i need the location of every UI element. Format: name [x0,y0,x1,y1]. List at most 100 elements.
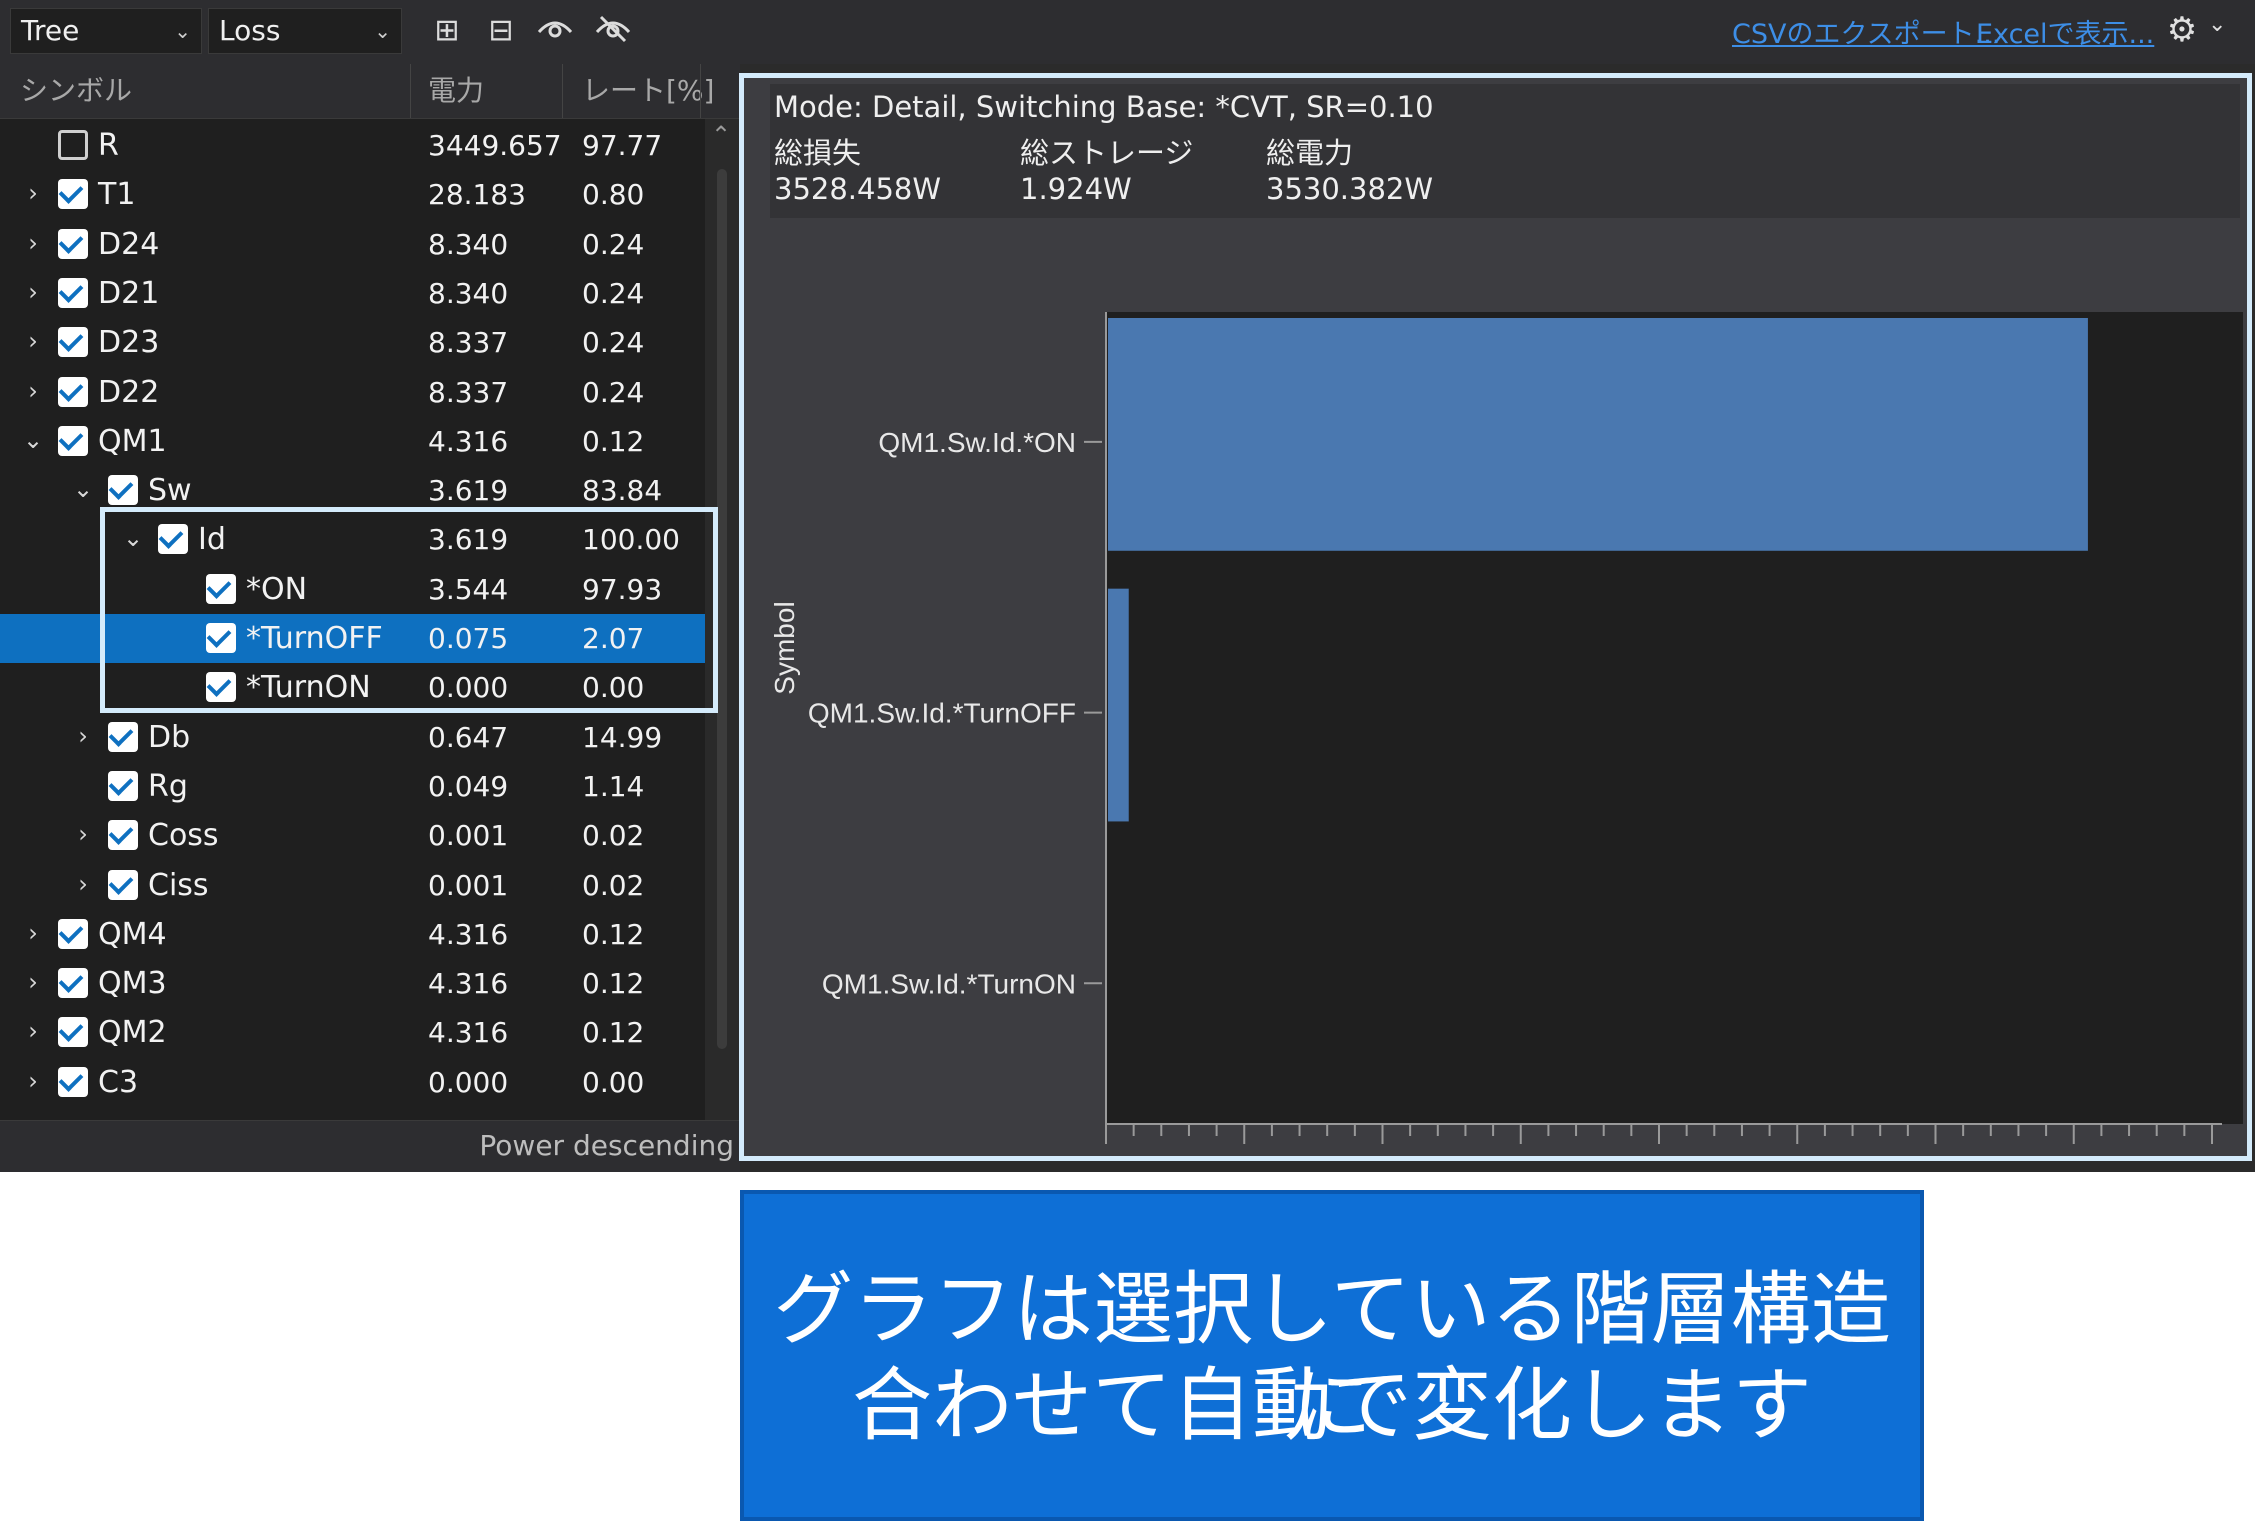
toolbar: Tree ⌄ Loss ⌄ ⊞ ⊟ CSVのエクスポート... Excelで表示… [0,0,2255,64]
chevron-right-icon[interactable]: › [18,1016,48,1046]
column-header-rate[interactable]: レート[%] [582,64,714,118]
row-power: 8.337 [428,326,509,360]
callout-box: グラフは選択している階層構造に 合わせて自動で変化します [740,1190,1924,1521]
tree-row[interactable]: › D22 8.337 0.24 [0,368,705,417]
row-rate: 0.12 [582,917,645,951]
row-power: 3449.657 [428,129,562,162]
row-symbol: R [98,128,119,163]
chevron-right-icon[interactable]: › [18,967,48,997]
chevron-down-icon: ⌄ [374,19,391,43]
row-checkbox[interactable] [58,130,88,160]
row-checkbox[interactable] [58,918,88,949]
tree-highlight-box [100,507,718,713]
app-window: Tree ⌄ Loss ⌄ ⊞ ⊟ CSVのエクスポート... Excelで表示… [0,0,2255,1172]
row-power: 28.183 [428,178,526,212]
row-symbol: QM1 [98,423,167,459]
chevron-right-icon[interactable]: › [18,918,48,948]
row-power: 0.001 [428,819,509,853]
tree-row[interactable]: › C3 0.000 0.00 [0,1058,705,1107]
tree-row[interactable]: ⌄ QM1 4.316 0.12 [0,417,705,466]
chevron-right-icon[interactable]: › [18,277,48,307]
row-symbol: D21 [98,275,160,311]
eye-off-icon[interactable] [592,10,634,52]
tree-row[interactable]: › QM2 4.316 0.12 [0,1008,705,1057]
row-power: 0.647 [428,720,509,754]
tree-row[interactable]: › D23 8.337 0.24 [0,318,705,367]
analysis-type-value: Loss [219,14,281,47]
chevron-down-icon[interactable]: ⌄ [2208,12,2226,37]
chevron-right-icon[interactable]: › [18,326,48,356]
collapse-all-icon[interactable]: ⊟ [480,10,522,52]
expand-all-icon[interactable]: ⊞ [426,10,468,52]
tree-row[interactable]: › QM4 4.316 0.12 [0,910,705,959]
eye-icon[interactable] [534,10,576,52]
row-checkbox[interactable] [58,277,88,308]
chevron-right-icon[interactable]: › [18,376,48,406]
chevron-down-icon: ⌄ [174,19,191,43]
row-checkbox[interactable] [108,721,138,752]
scrollbar-thumb[interactable] [717,169,727,1049]
row-symbol: D23 [98,325,160,361]
chevron-right-icon[interactable]: › [68,869,98,899]
row-checkbox[interactable] [58,968,88,999]
row-checkbox[interactable] [58,1017,88,1048]
tree-row[interactable]: Rg 0.049 1.14 [0,762,705,811]
row-power: 4.316 [428,967,509,1001]
row-power: 4.316 [428,917,509,951]
sort-status-bar: Power descending [0,1120,740,1172]
row-checkbox[interactable] [108,770,138,801]
row-power: 4.316 [428,1016,509,1050]
row-symbol: D22 [98,374,160,410]
tree-row[interactable]: › Db 0.647 14.99 [0,713,705,762]
analysis-type-select[interactable]: Loss ⌄ [208,8,402,54]
row-symbol: QM2 [98,1015,167,1051]
tree-row[interactable]: › T1 28.183 0.80 [0,170,705,219]
tree-row[interactable]: › Ciss 0.001 0.02 [0,861,705,910]
row-checkbox[interactable] [58,1066,88,1097]
tree-row[interactable]: › Coss 0.001 0.02 [0,811,705,860]
row-checkbox[interactable] [108,475,138,506]
chevron-down-icon[interactable]: ⌄ [18,425,48,455]
row-symbol: Db [148,719,191,755]
row-symbol: QM4 [98,916,167,952]
row-symbol: Coss [148,818,219,854]
callout-line-2: 合わせて自動で変化します [852,1359,1812,1452]
row-checkbox[interactable] [58,425,88,456]
excel-view-link[interactable]: Excelで表示... [1976,12,2154,51]
scroll-up-icon[interactable]: ⌃ [711,121,731,149]
tree-row[interactable]: R 3449.657 97.77 [0,121,705,170]
row-power: 4.316 [428,424,509,458]
row-checkbox[interactable] [108,820,138,851]
row-rate: 0.24 [582,227,645,261]
chevron-right-icon[interactable]: › [68,819,98,849]
row-power: 8.340 [428,276,509,310]
chevron-right-icon[interactable]: › [18,1066,48,1096]
row-checkbox[interactable] [108,869,138,900]
row-checkbox[interactable] [58,376,88,407]
view-mode-value: Tree [21,14,80,47]
tree-row[interactable]: › QM3 4.316 0.12 [0,959,705,1008]
chevron-right-icon[interactable]: › [18,178,48,208]
row-power: 8.340 [428,227,509,261]
row-checkbox[interactable] [58,327,88,358]
tree-row[interactable]: › D24 8.340 0.24 [0,220,705,269]
column-header-power[interactable]: 電力 [428,64,484,118]
row-rate: 0.24 [582,276,645,310]
row-symbol: D24 [98,226,160,262]
chevron-down-icon[interactable]: ⌄ [68,474,98,504]
column-header-symbol[interactable]: シンボル [20,64,132,118]
tree-row[interactable]: › D21 8.340 0.24 [0,269,705,318]
row-checkbox[interactable] [58,179,88,210]
row-rate: 97.77 [582,129,663,162]
view-mode-select[interactable]: Tree ⌄ [10,8,202,54]
row-symbol: QM3 [98,966,167,1002]
gear-icon[interactable]: ⚙ [2160,8,2204,52]
chevron-right-icon[interactable]: › [68,721,98,751]
row-rate: 0.24 [582,375,645,409]
row-symbol: Rg [148,768,188,804]
chevron-right-icon[interactable]: › [18,228,48,258]
csv-export-link[interactable]: CSVのエクスポート... [1732,12,2000,51]
row-power: 0.001 [428,868,509,902]
tree-header: シンボル 電力 レート[%] [0,64,740,119]
row-checkbox[interactable] [58,228,88,259]
